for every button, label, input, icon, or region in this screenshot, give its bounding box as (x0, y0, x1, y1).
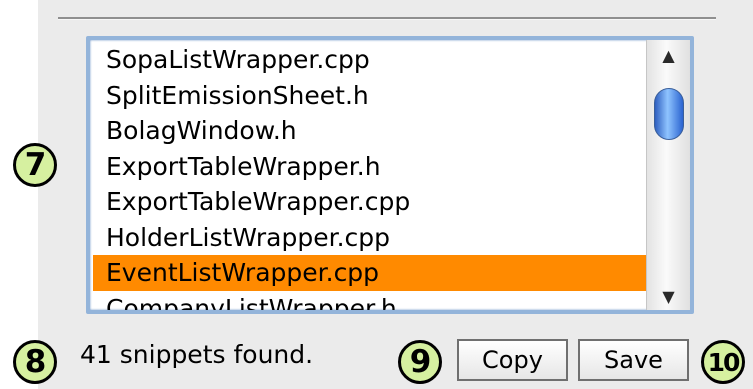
callout-9: 9 (398, 340, 442, 384)
list-item-selected[interactable]: EventListWrapper.cpp (93, 255, 646, 291)
list-item[interactable]: CompanyListWrapper.h (93, 291, 646, 311)
copy-button[interactable]: Copy (457, 339, 568, 381)
list-item[interactable]: ExportTableWrapper.h (93, 149, 646, 185)
snippet-file-list[interactable]: SopaListWrapper.cpp SplitEmissionSheet.h… (86, 36, 694, 314)
scroll-up-arrow-icon[interactable]: ▲ (647, 46, 690, 65)
callout-8: 8 (13, 340, 57, 384)
status-text: 41 snippets found. (80, 340, 314, 369)
separator-line (58, 17, 716, 20)
callout-7: 7 (13, 143, 57, 187)
save-button[interactable]: Save (578, 339, 689, 381)
callout-10: 10 (701, 340, 745, 384)
scroll-thumb[interactable] (654, 88, 684, 140)
list-item[interactable]: HolderListWrapper.cpp (93, 220, 646, 256)
list-item[interactable]: ExportTableWrapper.cpp (93, 184, 646, 220)
list-item[interactable]: BolagWindow.h (93, 113, 646, 149)
list-item[interactable]: SplitEmissionSheet.h (93, 78, 646, 114)
list-item[interactable]: SopaListWrapper.cpp (93, 42, 646, 78)
vertical-scrollbar[interactable]: ▲ ▼ (646, 40, 690, 310)
scroll-down-arrow-icon[interactable]: ▼ (647, 287, 690, 306)
file-list-items: SopaListWrapper.cpp SplitEmissionSheet.h… (93, 42, 646, 311)
